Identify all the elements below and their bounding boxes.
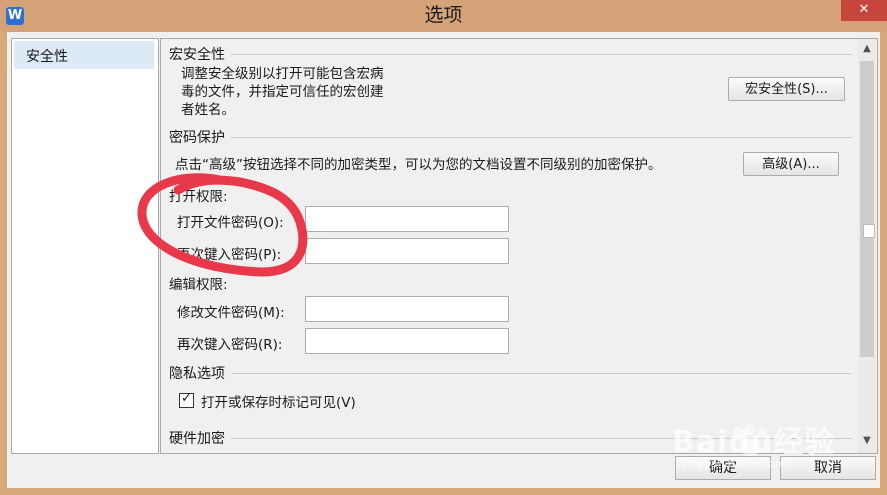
vertical-scrollbar[interactable]: ▲ ▼ (858, 39, 876, 453)
edit-password-field[interactable] (305, 296, 509, 322)
scroll-grip-icon (863, 224, 875, 238)
section-title-password: 密码保护 (169, 130, 225, 146)
edit-confirm-label: 再次键入密码(R): (177, 337, 283, 353)
open-password-label: 打开文件密码(O): (177, 215, 284, 231)
nav-item-security[interactable]: 安全性 (14, 41, 154, 69)
edit-permission-title: 编辑权限: (169, 277, 228, 293)
macro-desc-line: 者姓名。 (181, 102, 235, 118)
nav-item-label: 安全性 (26, 49, 68, 65)
macro-desc-line: 调整安全级别以打开可能包含宏病 (181, 66, 384, 82)
section-title-hardware: 硬件加密 (169, 431, 225, 447)
advanced-button[interactable]: 高级(A)... (743, 152, 839, 176)
open-password-field[interactable] (305, 206, 509, 232)
open-confirm-field[interactable] (305, 238, 509, 264)
open-confirm-label: 再次键入密码(P): (177, 247, 282, 263)
scroll-thumb[interactable] (860, 61, 875, 357)
edit-confirm-field[interactable] (305, 328, 509, 354)
edit-password-label: 修改文件密码(M): (177, 305, 285, 321)
divider (231, 373, 851, 374)
baidu-watermark: Baidu经验 jingyan.baidu.com (672, 415, 872, 475)
scroll-up-icon[interactable]: ▲ (858, 41, 876, 57)
mark-visible-checkbox[interactable]: ✓ (179, 391, 194, 408)
divider (231, 137, 851, 138)
macro-desc-line: 毒的文件，并指定可信任的宏创建 (181, 84, 384, 100)
close-icon: ✕ (858, 2, 870, 17)
watermark-url: jingyan.baidu.com (684, 457, 786, 470)
open-permission-title: 打开权限: (169, 189, 228, 205)
divider (231, 54, 851, 55)
title-bar: W 选项 ✕ (0, 0, 887, 32)
security-panel: 宏安全性 调整安全级别以打开可能包含宏病 毒的文件，并指定可信任的宏创建 者姓名… (160, 38, 878, 454)
macro-description: 调整安全级别以打开可能包含宏病 毒的文件，并指定可信任的宏创建 者姓名。 (181, 65, 384, 119)
section-title-privacy: 隐私选项 (169, 366, 225, 382)
options-nav-list: 安全性 (11, 38, 159, 454)
password-description: 点击“高级”按钮选择不同的加密类型，可以为您的文档设置不同级别的加密保护。 (175, 157, 662, 173)
checkmark-icon: ✓ (181, 391, 192, 406)
section-title-macro: 宏安全性 (169, 47, 225, 63)
watermark-text: Baidu经验 (672, 425, 836, 460)
close-button[interactable]: ✕ (841, 0, 887, 21)
mark-visible-label[interactable]: 打开或保存时标记可见(V) (201, 391, 356, 411)
macro-security-button[interactable]: 宏安全性(S)... (728, 77, 845, 101)
window-title: 选项 (424, 4, 463, 26)
